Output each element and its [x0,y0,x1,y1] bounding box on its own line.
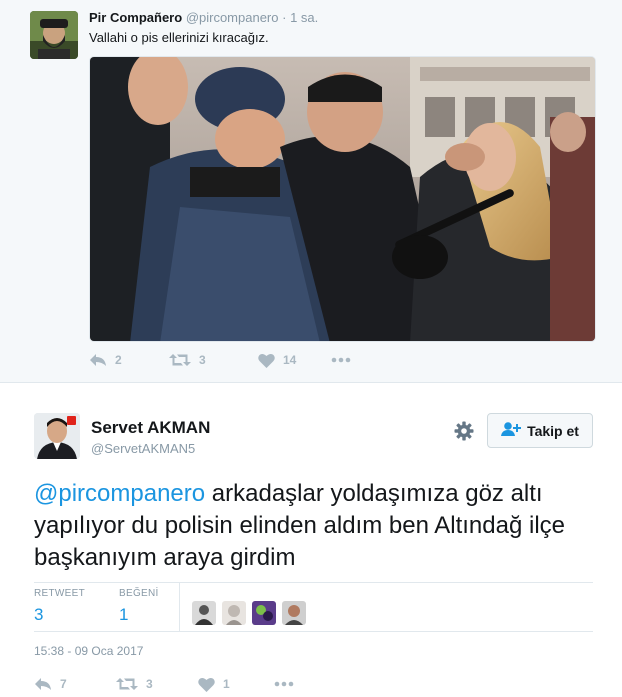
tweet-actions: 2 3 14 [89,352,351,368]
tweet-actions: 7 3 1 [34,676,294,692]
tweet-stats: RETWEET 3 BEĞENİ 1 [34,583,593,631]
reply-count: 7 [60,677,67,691]
retweet-button[interactable]: 3 [116,676,198,692]
liker-avatar[interactable] [251,600,276,625]
retweet-icon [169,352,191,368]
follow-label: Takip et [527,422,579,439]
retweet-stat[interactable]: RETWEET 3 [34,583,85,631]
tweet-header: Pir Compañero @pircompanero · 1 sa. [89,10,318,25]
retweet-count: 3 [146,677,153,691]
liker-avatar[interactable] [281,600,306,625]
follow-button[interactable]: Takip et [487,413,593,448]
more-button[interactable] [274,681,294,687]
tweet-text: @pircompanero arkadaşlar yoldaşımıza göz… [34,478,594,574]
liker-avatar[interactable] [221,600,246,625]
retweet-stat-value[interactable]: 3 [34,605,85,625]
like-stat-label: BEĞENİ [119,588,159,599]
reply-count: 2 [115,353,122,367]
retweet-button[interactable]: 3 [169,352,258,368]
author-handle[interactable]: @pircompanero [186,10,279,25]
tweet-text: Vallahi o pis ellerinizi kıracağız. [89,30,269,45]
reply-icon [34,676,52,692]
author-name[interactable]: Pir Compañero [89,10,182,25]
heart-icon [198,677,215,692]
reply-button[interactable]: 7 [34,676,116,692]
quoted-tweet[interactable]: Pir Compañero @pircompanero · 1 sa. Vall… [0,0,622,383]
avatar[interactable] [30,11,78,59]
retweet-stat-label: RETWEET [34,588,85,599]
tweet-time[interactable]: 1 sa. [290,10,318,25]
divider [178,583,180,631]
like-stat-value[interactable]: 1 [119,605,159,625]
more-button[interactable] [331,357,351,363]
like-count: 14 [283,353,297,367]
more-icon [331,357,351,363]
author-handle[interactable]: @ServetAKMAN5 [91,441,195,456]
like-button[interactable]: 1 [198,677,274,692]
retweet-icon [116,676,138,692]
liker-avatar[interactable] [191,600,216,625]
like-count: 1 [223,677,230,691]
retweet-count: 3 [199,353,206,367]
gear-icon[interactable] [454,421,474,446]
reply-icon [89,352,107,368]
heart-icon [258,353,275,368]
avatar[interactable] [34,413,80,459]
add-user-icon [501,421,527,440]
tweet-photo[interactable] [89,56,596,342]
divider [34,631,593,632]
author-name[interactable]: Servet AKMAN [91,418,210,438]
liker-avatars [191,594,312,631]
more-icon [274,681,294,687]
tweet-timestamp[interactable]: 15:38 - 09 Oca 2017 [34,644,143,658]
mention-link[interactable]: @pircompanero [34,480,205,507]
like-stat[interactable]: BEĞENİ 1 [119,583,159,631]
separator: · [282,10,287,25]
like-button[interactable]: 14 [258,353,331,368]
reply-button[interactable]: 2 [89,352,169,368]
